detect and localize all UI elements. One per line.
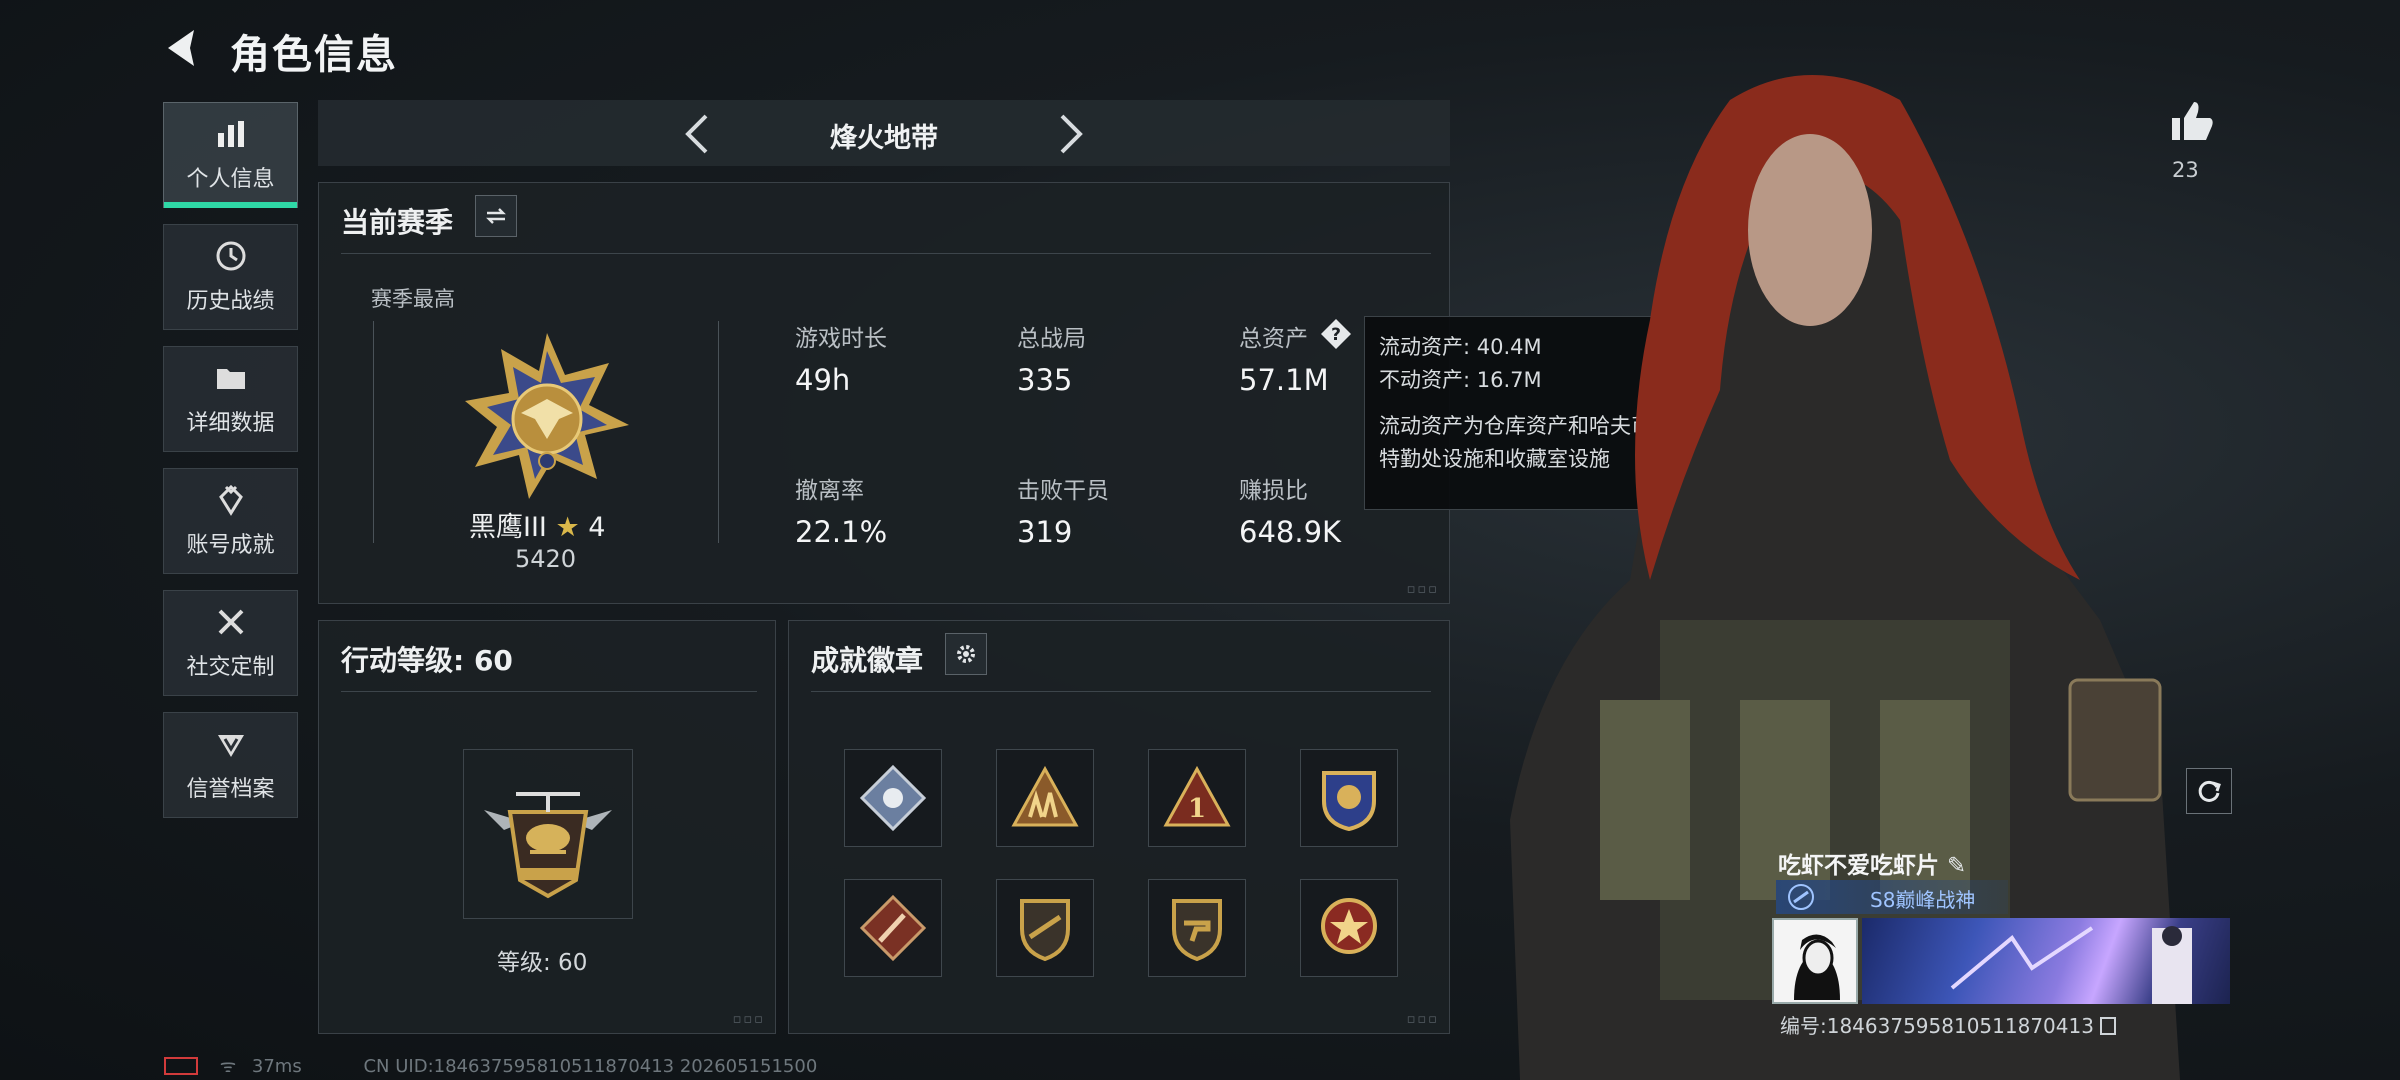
sidebar-item-label: 历史战绩 xyxy=(186,289,275,314)
star-medal-badge-icon xyxy=(1321,898,1377,954)
battery-icon xyxy=(164,1057,198,1075)
profile-banner xyxy=(1862,918,2230,1004)
rotate-model-button[interactable] xyxy=(2186,768,2232,814)
sidebar-item-social-custom[interactable]: 社交定制 xyxy=(163,590,298,696)
sidebar-item-detailed-data[interactable]: 详细数据 xyxy=(163,346,298,452)
sidebar-item-label: 社交定制 xyxy=(186,655,275,680)
level-title: 行动等级: 60 xyxy=(341,644,513,677)
rank-stars: 4 xyxy=(588,512,606,543)
achievement-icon xyxy=(218,484,243,516)
sidebar-item-credit-record[interactable]: 信誉档案 xyxy=(163,712,298,818)
sidebar-item-label: 账号成就 xyxy=(186,533,275,558)
badge-slot[interactable] xyxy=(1300,879,1398,977)
badge-slot[interactable] xyxy=(996,879,1094,977)
title-emblem-icon xyxy=(1788,884,1814,910)
back-arrow-icon xyxy=(168,30,194,66)
banner-art xyxy=(1950,926,2192,1004)
season-panel: 当前赛季 赛季最高 黑鹰III ★ 4 5420 游戏时长 49h 总战局 33… xyxy=(318,182,1450,604)
copy-icon[interactable] xyxy=(2100,1017,2117,1035)
bar-chart-icon xyxy=(217,121,244,147)
season-title: 当前赛季 xyxy=(341,206,454,239)
mode-selector: 烽火地带 xyxy=(318,100,1450,166)
stat-label: 游戏时长 xyxy=(795,326,887,352)
level-caption: 等级: 60 xyxy=(497,950,588,976)
player-name: 吃虾不爱吃虾片 ✎ xyxy=(1778,853,1967,879)
badge-slot[interactable] xyxy=(996,749,1094,847)
stat-label: 总战局 xyxy=(1017,326,1086,352)
stat-label: 总资产 xyxy=(1239,326,1308,352)
wifi-icon: ᯤ xyxy=(219,1056,237,1077)
chevron-right-icon[interactable] xyxy=(1050,112,1090,156)
switch-season-button[interactable] xyxy=(475,195,517,237)
stat-label: 赚损比 xyxy=(1239,478,1308,504)
season-best-label: 赛季最高 xyxy=(371,287,455,311)
level-emblem-frame[interactable] xyxy=(463,749,633,919)
like-button[interactable] xyxy=(2166,96,2216,150)
player-title: S8巅峰战神 xyxy=(1870,888,1976,912)
page-title: 角色信息 xyxy=(230,32,398,78)
thumbs-up-icon xyxy=(2172,102,2213,140)
level-panel: 行动等级: 60 等级: 60 ▫▫▫ xyxy=(318,620,776,1034)
avatar[interactable] xyxy=(1772,918,1858,1004)
soldiers-badge-icon xyxy=(1011,765,1079,827)
stat-label: 击败干员 xyxy=(1017,478,1109,504)
folder-icon xyxy=(216,369,245,389)
help-icon: ? xyxy=(1321,319,1351,349)
refresh-icon xyxy=(2198,780,2221,802)
credit-icon xyxy=(217,735,244,757)
sidebar-item-label: 个人信息 xyxy=(186,167,275,192)
stat-value: 57.1M xyxy=(1239,363,1329,397)
first-place-badge-icon: 1 xyxy=(1163,765,1231,827)
rank-name: 黑鹰III ★ 4 xyxy=(469,512,606,543)
badge-slot[interactable] xyxy=(844,879,942,977)
clock-icon xyxy=(216,241,245,271)
badge-slot[interactable] xyxy=(844,749,942,847)
rank-score: 5420 xyxy=(515,545,577,573)
helicopter-emblem-icon xyxy=(484,792,612,899)
avatar-image xyxy=(1774,920,1856,1002)
tools-icon xyxy=(218,609,243,635)
sidebar-item-history[interactable]: 历史战绩 xyxy=(163,224,298,330)
wrench-badge-icon xyxy=(859,894,927,962)
badge-slot[interactable] xyxy=(1300,749,1398,847)
sidebar-item-achievements[interactable]: 账号成就 xyxy=(163,468,298,574)
badge-panel: 成就徽章 1 ▫▫▫ xyxy=(788,620,1450,1034)
gear-icon xyxy=(957,645,975,663)
help-button[interactable]: ? xyxy=(1319,317,1353,351)
pistol-shield-badge-icon xyxy=(1172,899,1222,962)
svg-text:1: 1 xyxy=(1188,794,1206,824)
like-count: 23 xyxy=(2172,158,2199,182)
diamond-badge-icon xyxy=(859,764,927,832)
stat-label: 撤离率 xyxy=(795,478,864,504)
badge-slot[interactable]: 1 xyxy=(1148,749,1246,847)
mode-title: 烽火地带 xyxy=(830,123,938,154)
sidebar-item-label: 详细数据 xyxy=(186,411,275,436)
svg-text:?: ? xyxy=(1331,325,1341,345)
stat-value: 49h xyxy=(795,363,851,397)
player-uid: 编号:1846375958105118704​13 xyxy=(1780,1010,2117,1039)
badge-slot[interactable] xyxy=(1148,879,1246,977)
swap-icon xyxy=(486,208,506,224)
ping-value: 37ms xyxy=(251,1056,302,1077)
crest-badge-icon xyxy=(1322,771,1376,832)
status-bar: ᯤ 37ms CN UID:18463759581051187041​3 202… xyxy=(164,1054,817,1078)
rifle-shield-badge-icon xyxy=(1020,899,1070,962)
stat-value: 22.1% xyxy=(795,515,888,549)
star-icon: ★ xyxy=(555,512,580,543)
stat-value: 335 xyxy=(1017,363,1073,397)
stat-value: 648.9K xyxy=(1239,515,1342,549)
client-uid: CN UID:18463759581051187041​3 2026051515… xyxy=(363,1056,818,1077)
badges-title: 成就徽章 xyxy=(811,644,924,677)
sidebar-item-label: 信誉档案 xyxy=(186,777,275,802)
badge-settings-button[interactable] xyxy=(945,633,987,675)
rank-emblem-icon xyxy=(465,333,629,499)
edit-name-icon[interactable]: ✎ xyxy=(1947,853,1966,879)
stat-value: 319 xyxy=(1017,515,1073,549)
sidebar-item-personal-info[interactable]: 个人信息 xyxy=(163,102,298,208)
back-button[interactable] xyxy=(160,24,208,72)
